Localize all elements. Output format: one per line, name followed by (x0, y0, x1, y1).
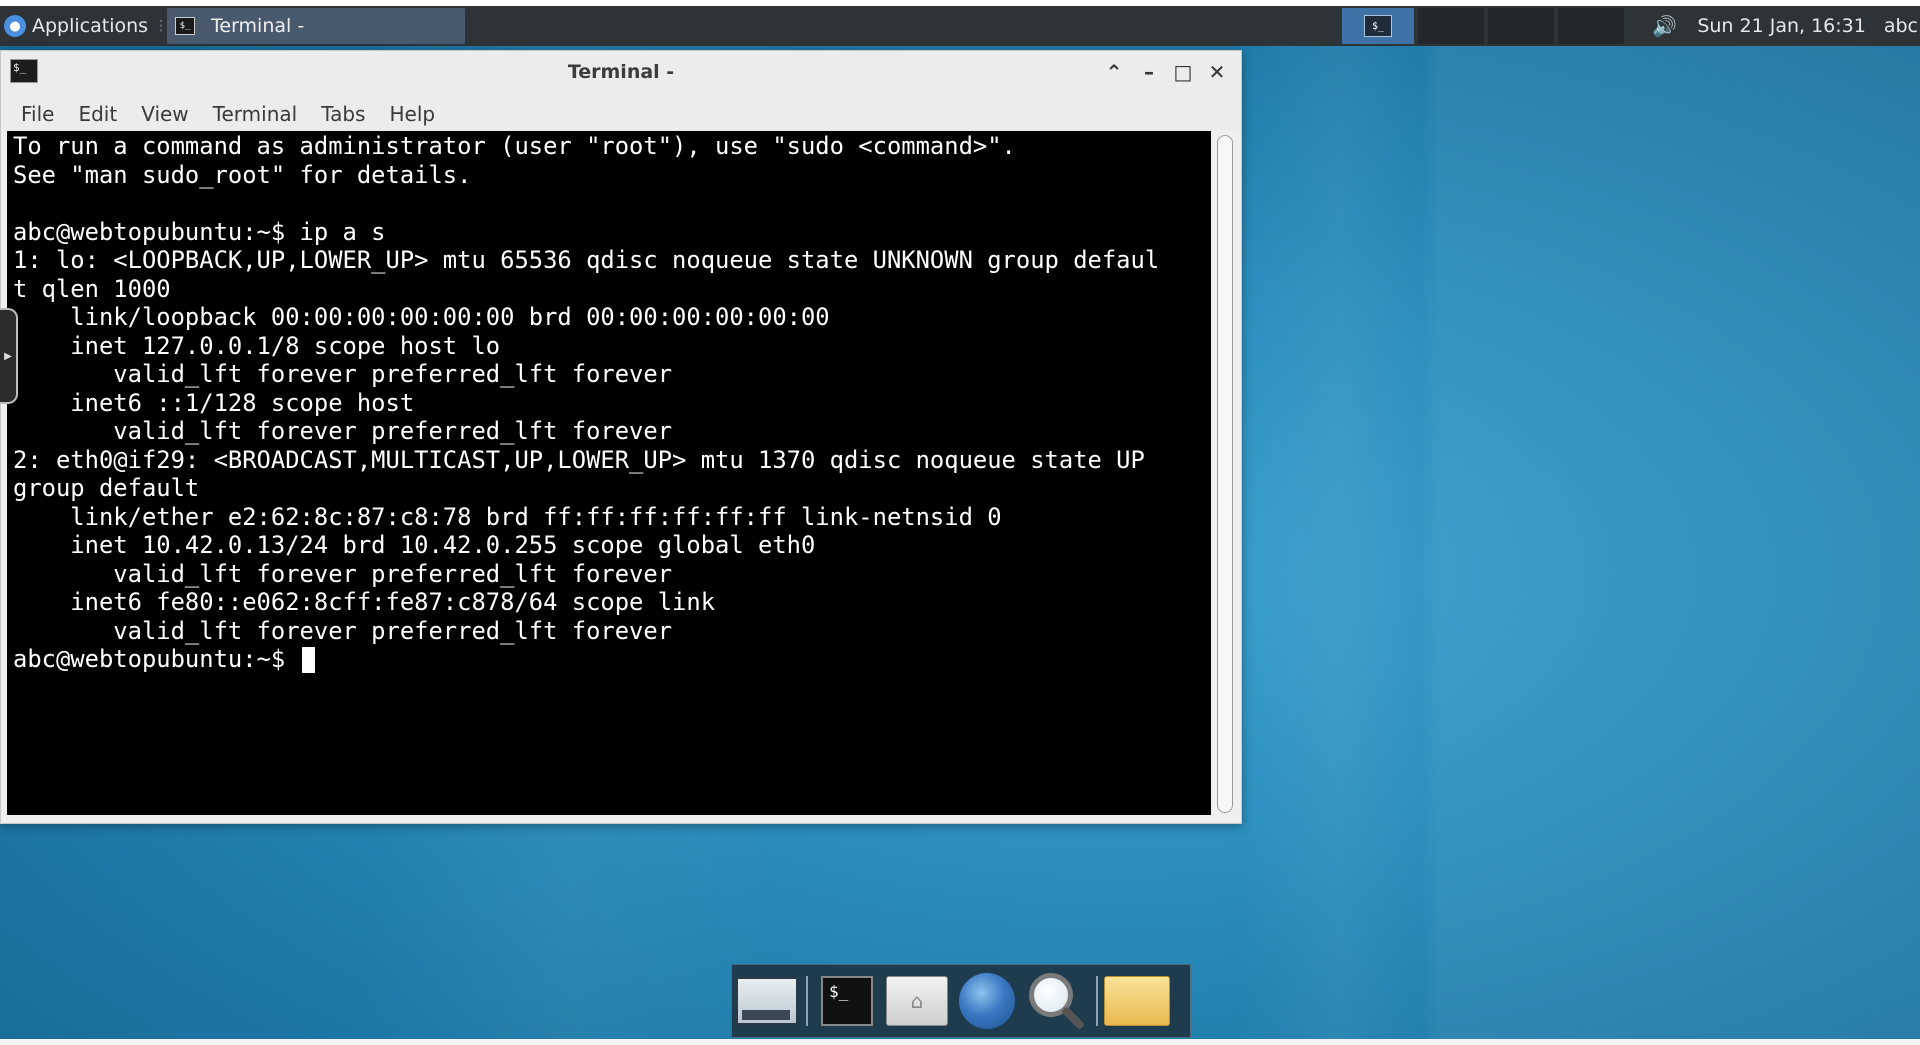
window-title: Terminal - (567, 61, 675, 83)
terminal-line: See "man sudo_root" for details. (13, 160, 472, 189)
terminal-output-area[interactable]: To run a command as administrator (user … (7, 131, 1211, 815)
terminal-icon: $_ (821, 976, 873, 1026)
side-panel-handle[interactable]: ▶ (0, 308, 18, 404)
screen-bottom-edge (0, 1039, 1920, 1045)
taskbar-terminal-label: Terminal - (211, 15, 305, 37)
terminal-line: valid_lft forever preferred_lft forever (113, 616, 673, 645)
dock-home-folder[interactable]: ⌂ (882, 968, 952, 1034)
terminal-line: valid_lft forever preferred_lft forever (113, 559, 673, 588)
dock-show-desktop[interactable] (732, 968, 802, 1034)
show-desktop-icon (736, 977, 798, 1025)
search-icon (1029, 973, 1073, 1017)
menu-view[interactable]: View (141, 102, 188, 126)
terminal-line: group default (13, 474, 200, 502)
menu-file[interactable]: File (21, 102, 54, 126)
terminal-line: inet6 ::1/128 scope host (70, 388, 415, 417)
folder-icon (1104, 976, 1170, 1026)
terminal-icon: $_ (175, 17, 195, 35)
menu-help[interactable]: Help (389, 102, 435, 126)
terminal-prompt: abc@webtopubuntu:~$ (13, 645, 300, 673)
maximize-up-icon[interactable]: ⌃ (1099, 57, 1129, 87)
dock-separator (1096, 976, 1098, 1026)
menu-tabs[interactable]: Tabs (321, 102, 365, 126)
volume-icon[interactable]: 🔊 (1652, 14, 1677, 38)
applications-label: Applications (32, 15, 149, 37)
applications-menu-button[interactable]: ● Applications ⋮ (0, 6, 168, 46)
terminal-line: inet 10.42.0.13/24 brd 10.42.0.255 scope… (70, 531, 816, 559)
user-menu[interactable]: abc (1884, 15, 1918, 37)
dock-folder[interactable] (1102, 968, 1172, 1034)
terminal-line: abc@webtopubuntu:~$ ip a s (13, 217, 386, 246)
taskbar-terminal-button[interactable]: $_ Terminal - (167, 8, 465, 44)
dock-search[interactable] (1022, 968, 1092, 1034)
terminal-scrollbar[interactable] (1213, 131, 1237, 815)
dock-terminal[interactable]: $_ (812, 968, 882, 1034)
panel-separator-icon: ⋮ (154, 18, 169, 34)
workspace-switcher-1[interactable]: $_ (1342, 8, 1414, 44)
clock[interactable]: Sun 21 Jan, 16:31 (1697, 15, 1866, 37)
workspace-window-thumbnail: $_ (1364, 15, 1392, 37)
text-cursor (301, 647, 315, 673)
window-titlebar[interactable]: $_ Terminal - ⌃ – □ ✕ (1, 51, 1241, 93)
close-icon[interactable]: ✕ (1202, 57, 1232, 87)
terminal-line: 2: eth0@if29: <BROADCAST,MULTICAST,UP,LO… (13, 445, 1145, 474)
terminal-line: valid_lft forever preferred_lft forever (113, 360, 673, 388)
minimize-icon[interactable]: – (1134, 57, 1164, 87)
system-tray: 🔊 Sun 21 Jan, 16:31 abc (1652, 6, 1920, 46)
maximize-icon[interactable]: □ (1168, 57, 1198, 87)
terminal-line: valid_lft forever preferred_lft forever (113, 417, 673, 445)
xfce-logo-icon: ● (4, 15, 26, 37)
terminal-line: To run a command as administrator (user … (13, 132, 1016, 160)
scrollbar-thumb[interactable] (1217, 135, 1233, 813)
workspace-switcher-3[interactable] (1488, 8, 1554, 44)
menu-edit[interactable]: Edit (78, 102, 117, 126)
terminal-line: inet6 fe80::e062:8cff:fe87:c878/64 scope… (70, 588, 716, 616)
terminal-window: $_ Terminal - ⌃ – □ ✕ File Edit View Ter… (0, 50, 1242, 824)
wallpaper-band (1240, 6, 1440, 1039)
terminal-text: To run a command as administrator (user … (10, 132, 1159, 674)
home-folder-icon: ⌂ (886, 976, 948, 1026)
terminal-line: inet 127.0.0.1/8 scope host lo (70, 331, 501, 360)
workspace-switcher-2[interactable] (1418, 8, 1484, 44)
dock-separator (806, 976, 808, 1026)
bottom-dock: $_ ⌂ (731, 964, 1191, 1038)
menu-bar: File Edit View Terminal Tabs Help (1, 93, 1241, 135)
workspace-switcher-4[interactable] (1558, 8, 1624, 44)
top-panel: ● Applications ⋮ $_ Terminal - $_ 🔊 Sun … (0, 6, 1920, 46)
terminal-line: link/ether e2:62:8c:87:c8:78 brd ff:ff:f… (70, 502, 1002, 531)
terminal-line: t qlen 1000 (13, 274, 171, 303)
terminal-line: 1: lo: <LOOPBACK,UP,LOWER_UP> mtu 65536 … (13, 246, 1160, 274)
terminal-line: link/loopback 00:00:00:00:00:00 brd 00:0… (70, 303, 830, 331)
menu-terminal[interactable]: Terminal (213, 102, 298, 126)
